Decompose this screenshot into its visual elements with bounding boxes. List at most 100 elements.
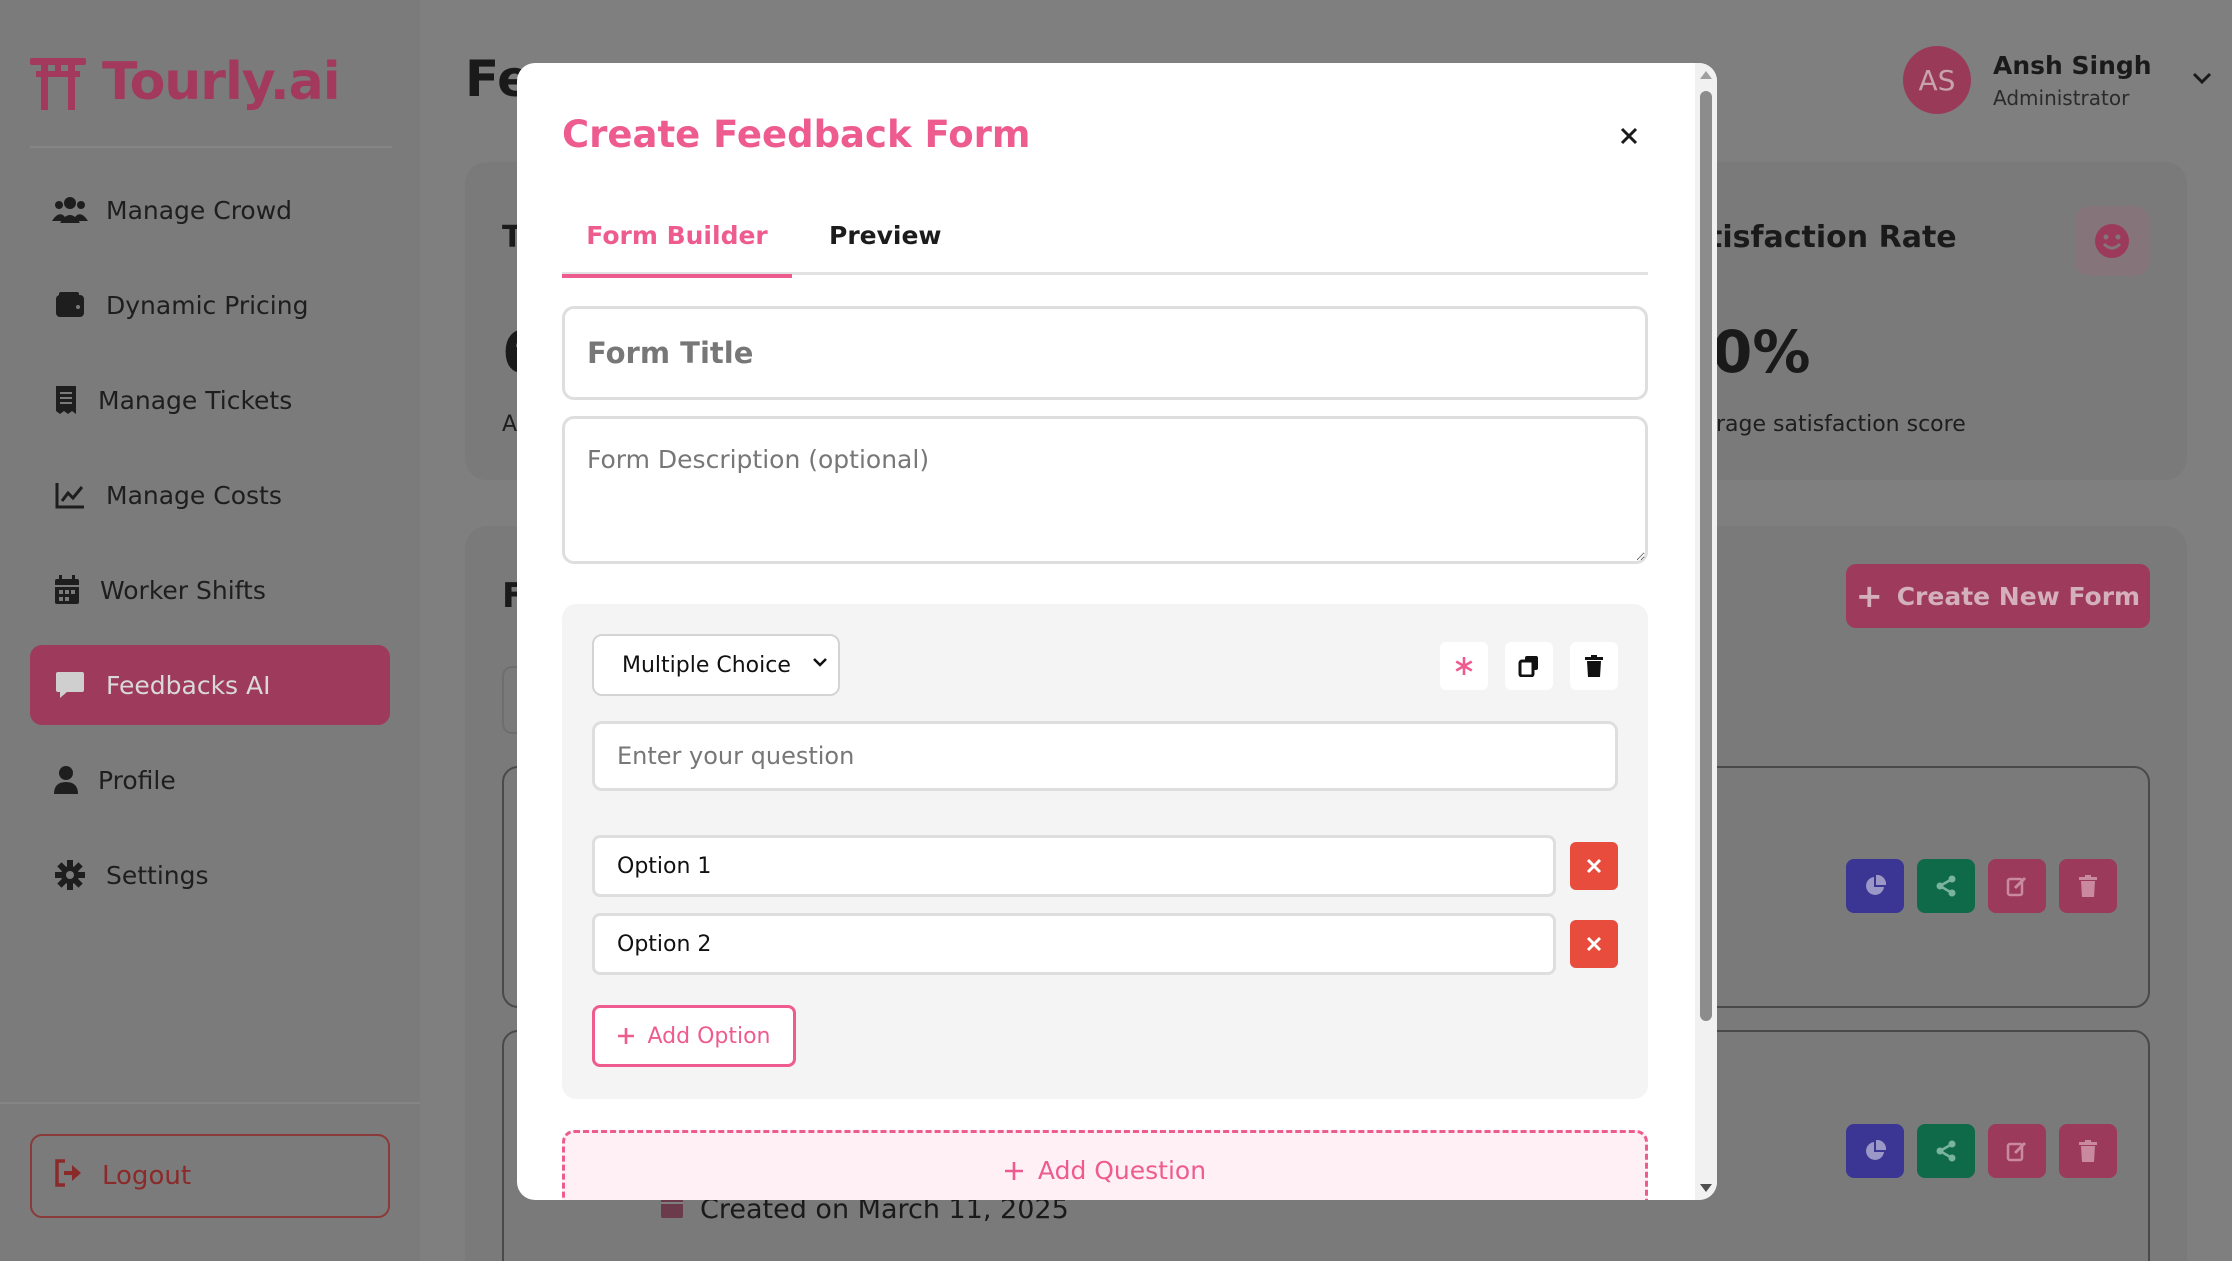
tab-preview[interactable]: Preview xyxy=(792,213,979,275)
satisfaction-rate-subtitle: rage satisfaction score xyxy=(1716,412,1966,437)
smile-icon xyxy=(2075,206,2149,276)
asterisk-icon xyxy=(1455,657,1473,675)
sidebar-item-label: Profile xyxy=(98,765,176,795)
modal-title: Create Feedback Form xyxy=(562,113,1031,156)
question-type-select[interactable]: Multiple Choice xyxy=(592,634,840,696)
plus-icon: + xyxy=(1855,577,1883,615)
add-question-label: Add Question xyxy=(1037,1156,1207,1185)
sidebar-item-label: Manage Costs xyxy=(106,480,282,510)
sidebar-item-label: Feedbacks AI xyxy=(106,670,271,700)
sidebar-item-manage-crowd[interactable]: Manage Crowd xyxy=(30,170,390,250)
sidebar-divider xyxy=(0,1102,420,1104)
pie-chart-icon xyxy=(1866,1140,1886,1160)
trash-icon xyxy=(1585,655,1603,677)
user-menu[interactable]: AS Ansh Singh Administrator xyxy=(1903,46,2212,114)
option-input[interactable]: Option 1 xyxy=(592,835,1556,897)
sidebar-item-label: Manage Crowd xyxy=(106,195,293,225)
scroll-down-icon[interactable] xyxy=(1700,1184,1712,1192)
form-description-input[interactable] xyxy=(562,416,1648,564)
logout-label: Logout xyxy=(102,1161,192,1191)
add-option-button[interactable]: Add Option xyxy=(592,1005,796,1067)
trash-icon xyxy=(2079,1140,2097,1162)
form-title-input[interactable] xyxy=(562,306,1648,400)
satisfaction-rate-value: 0% xyxy=(1712,318,1811,386)
sidebar-item-label: Settings xyxy=(106,860,209,890)
share-button[interactable] xyxy=(1917,859,1975,913)
sidebar-item-settings[interactable]: Settings xyxy=(30,835,390,915)
option-input[interactable]: Option 2 xyxy=(592,913,1556,975)
torii-gate-icon xyxy=(30,58,86,110)
create-new-form-label: Create New Form xyxy=(1896,581,2141,611)
user-role: Administrator xyxy=(1993,85,2130,110)
sidebar: Tourly.ai Manage Crowd Dynamic Pricing M… xyxy=(0,0,420,1261)
modal-scrollbar[interactable] xyxy=(1695,63,1717,1200)
scrollbar-thumb[interactable] xyxy=(1700,91,1712,1021)
close-button[interactable] xyxy=(1611,118,1647,154)
analytics-button[interactable] xyxy=(1846,1124,1904,1178)
chart-line-icon xyxy=(52,477,88,513)
option-row: Option 2 xyxy=(592,913,1618,975)
edit-icon xyxy=(2006,876,2027,897)
sidebar-item-label: Dynamic Pricing xyxy=(106,290,309,320)
edit-button[interactable] xyxy=(1988,859,2046,913)
sidebar-item-worker-shifts[interactable]: Worker Shifts xyxy=(30,550,390,630)
form-actions xyxy=(1846,1124,2117,1178)
form-actions xyxy=(1846,859,2117,913)
question-tools xyxy=(1440,642,1618,690)
tab-form-builder[interactable]: Form Builder xyxy=(562,213,792,278)
delete-button[interactable] xyxy=(2059,859,2117,913)
wallet-icon xyxy=(52,287,88,323)
sidebar-item-feedbacks-ai[interactable]: Feedbacks AI xyxy=(30,645,390,725)
user-icon xyxy=(52,762,80,798)
trash-icon xyxy=(2079,875,2097,897)
sidebar-item-manage-costs[interactable]: Manage Costs xyxy=(30,455,390,535)
plus-icon xyxy=(618,1028,635,1044)
gear-icon xyxy=(52,857,88,893)
sidebar-divider xyxy=(30,146,392,148)
edit-button[interactable] xyxy=(1988,1124,2046,1178)
create-feedback-form-modal: Create Feedback Form Form Builder Previe… xyxy=(517,63,1717,1200)
sidebar-item-label: Worker Shifts xyxy=(100,575,266,605)
sidebar-item-manage-tickets[interactable]: Manage Tickets xyxy=(30,360,390,440)
plus-icon xyxy=(1004,1162,1023,1180)
avatar: AS xyxy=(1903,46,1971,114)
users-icon xyxy=(52,192,88,228)
logout-button[interactable]: Logout xyxy=(30,1134,390,1218)
copy-icon xyxy=(1518,656,1538,677)
create-new-form-button[interactable]: + Create New Form xyxy=(1846,564,2150,628)
share-icon xyxy=(1936,1140,1956,1162)
add-option-label: Add Option xyxy=(647,1023,771,1049)
user-name: Ansh Singh xyxy=(1993,50,2152,80)
delete-button[interactable] xyxy=(2059,1124,2117,1178)
sidebar-nav: Manage Crowd Dynamic Pricing Manage Tick… xyxy=(30,170,390,930)
share-button[interactable] xyxy=(1917,1124,1975,1178)
chevron-down-icon[interactable] xyxy=(2192,71,2212,90)
delete-question-button[interactable] xyxy=(1570,642,1618,690)
sidebar-item-dynamic-pricing[interactable]: Dynamic Pricing xyxy=(30,265,390,345)
option-row: Option 1 xyxy=(592,835,1618,897)
duplicate-question-button[interactable] xyxy=(1505,642,1553,690)
sidebar-item-profile[interactable]: Profile xyxy=(30,740,390,820)
question-type-value: Multiple Choice xyxy=(622,652,791,678)
calendar-icon xyxy=(52,572,82,608)
required-toggle-button[interactable] xyxy=(1440,642,1488,690)
add-question-button[interactable]: Add Question xyxy=(562,1130,1648,1200)
question-input[interactable] xyxy=(592,721,1618,791)
comment-icon xyxy=(52,667,88,703)
stat-subtitle: A xyxy=(502,412,518,437)
logo[interactable]: Tourly.ai xyxy=(28,44,341,120)
close-icon xyxy=(1586,936,1602,952)
scroll-up-icon[interactable] xyxy=(1700,71,1712,79)
sidebar-item-label: Manage Tickets xyxy=(98,385,293,415)
pie-chart-icon xyxy=(1866,875,1886,895)
receipt-icon xyxy=(52,382,80,418)
satisfaction-rate-title: tisfaction Rate xyxy=(1708,220,1957,255)
chevron-down-icon xyxy=(813,658,827,667)
close-icon xyxy=(1620,127,1638,145)
remove-option-button[interactable] xyxy=(1570,842,1618,890)
analytics-button[interactable] xyxy=(1846,859,1904,913)
close-icon xyxy=(1586,858,1602,874)
logo-text: Tourly.ai xyxy=(102,52,341,112)
question-card: Multiple Choice Option 1 xyxy=(562,604,1648,1099)
remove-option-button[interactable] xyxy=(1570,920,1618,968)
